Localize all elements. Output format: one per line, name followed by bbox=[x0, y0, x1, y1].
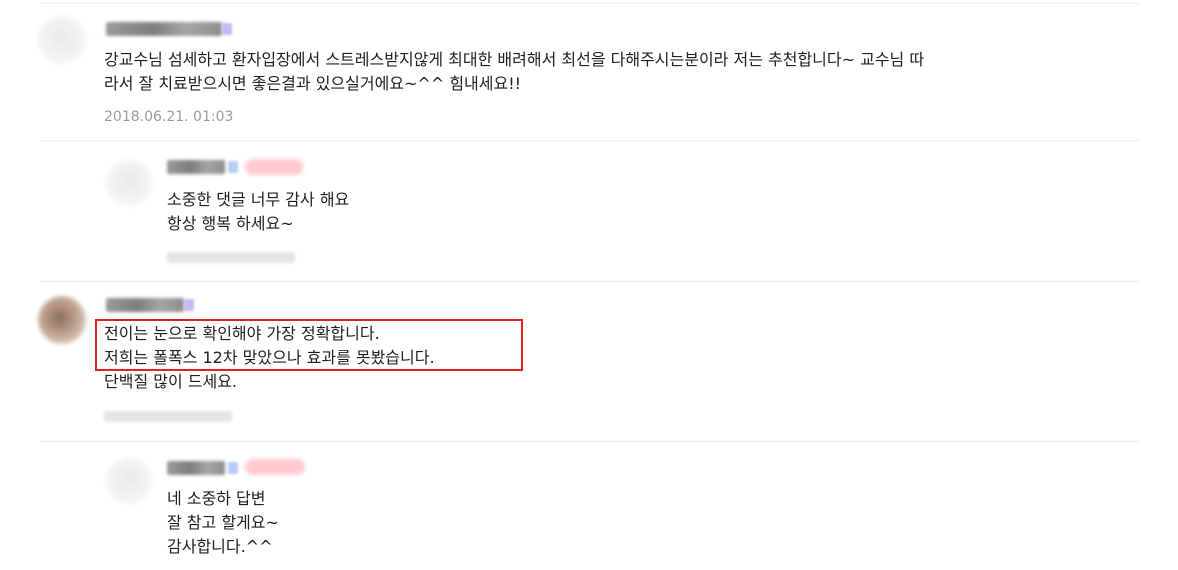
member-badge-icon bbox=[228, 161, 238, 173]
divider bbox=[40, 281, 1140, 282]
comment-text: 강교수님 섬세하고 환자입장에서 스트레스받지않게 최대한 배려해서 최선을 다… bbox=[104, 50, 925, 93]
blurred-date bbox=[167, 252, 295, 263]
member-badge-icon bbox=[228, 462, 238, 474]
blurred-nickname[interactable] bbox=[167, 160, 225, 174]
blurred-date bbox=[104, 411, 232, 422]
avatar[interactable] bbox=[38, 296, 86, 344]
highlight-box bbox=[95, 319, 523, 371]
divider bbox=[40, 3, 1140, 4]
blurred-nickname[interactable] bbox=[106, 22, 222, 36]
comment-thread: 강교수님 섬세하고 환자입장에서 스트레스받지않게 최대한 배려해서 최선을 다… bbox=[0, 0, 1178, 570]
blurred-nickname[interactable] bbox=[106, 298, 184, 312]
author-badge bbox=[245, 159, 303, 175]
author-badge bbox=[245, 459, 305, 475]
member-badge-icon bbox=[184, 299, 194, 311]
avatar[interactable] bbox=[106, 160, 152, 206]
avatar[interactable] bbox=[106, 458, 152, 504]
avatar[interactable] bbox=[38, 16, 86, 64]
blurred-nickname[interactable] bbox=[167, 461, 225, 475]
divider bbox=[40, 140, 1140, 141]
divider bbox=[40, 441, 1140, 442]
reply-text: 소중한 댓글 너무 감사 해요 항상 행복 하세요~ bbox=[167, 190, 350, 233]
comment-date: 2018.06.21. 01:03 bbox=[104, 109, 234, 125]
reply-text: 네 소중하 답변 잘 참고 할게요~ 감사합니다.^^ bbox=[167, 489, 279, 556]
member-badge-icon bbox=[222, 23, 232, 35]
